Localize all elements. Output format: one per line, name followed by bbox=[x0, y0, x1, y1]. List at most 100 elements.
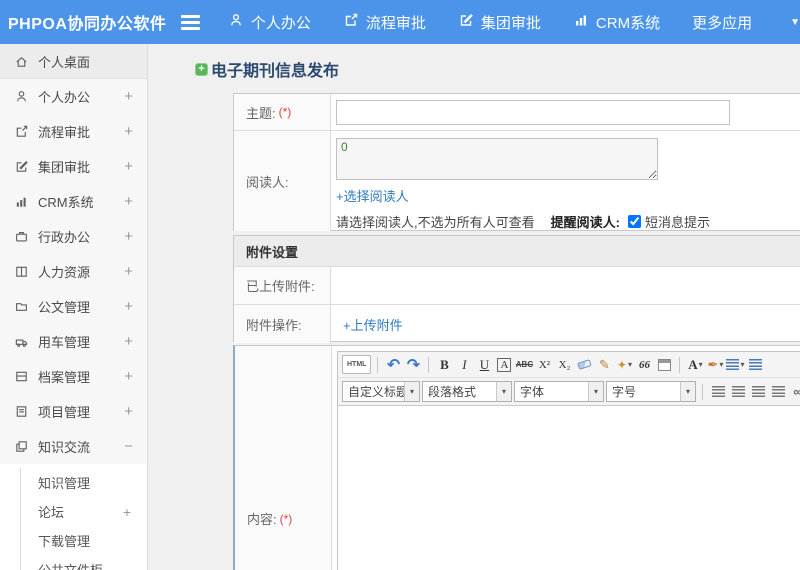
nav-workflow-approval[interactable]: 流程审批 bbox=[343, 12, 426, 33]
nav-label: 个人办公 bbox=[250, 14, 311, 32]
heading-select[interactable]: 自定义标题 ▾ bbox=[342, 381, 420, 402]
strikethrough-button[interactable]: ABC bbox=[515, 355, 533, 374]
justify-button[interactable] bbox=[769, 382, 787, 401]
expand-toggle[interactable]: + bbox=[124, 228, 133, 245]
submenu-item-public-files[interactable]: 公共文件柜 bbox=[21, 555, 147, 570]
sidebar-item-hr[interactable]: 人力资源 + bbox=[0, 254, 147, 289]
share-icon bbox=[16, 125, 28, 137]
sidebar-item-label: 用车管理 bbox=[38, 335, 91, 350]
align-center-button[interactable] bbox=[729, 382, 747, 401]
collapse-toggle[interactable]: − bbox=[124, 438, 133, 455]
readers-textarea[interactable]: 0 bbox=[336, 138, 658, 180]
submenu-label: 下载管理 bbox=[38, 534, 91, 549]
font-style-button[interactable]: A bbox=[495, 355, 513, 374]
readers-row: 阅读人: 0 +选择阅读人 请选择阅读人,不选为所有人可查看 提醒阅读人: 短消… bbox=[234, 131, 800, 231]
bold-button[interactable]: B bbox=[435, 355, 453, 374]
expand-toggle[interactable]: + bbox=[124, 368, 133, 385]
expand-toggle[interactable]: + bbox=[124, 158, 133, 175]
align-left-button[interactable] bbox=[709, 382, 727, 401]
sidebar-item-group-approval[interactable]: 集团审批 + bbox=[0, 149, 147, 184]
hamburger-menu-icon[interactable] bbox=[180, 11, 200, 33]
align-right-button[interactable] bbox=[749, 382, 767, 401]
sidebar-item-crm[interactable]: CRM系统 + bbox=[0, 184, 147, 219]
underline-button[interactable]: U bbox=[475, 355, 493, 374]
expand-toggle[interactable]: + bbox=[124, 193, 133, 210]
nav-more-apps[interactable]: 更多应用 bbox=[692, 12, 752, 33]
expand-toggle[interactable]: + bbox=[124, 263, 133, 280]
ordered-list-button[interactable]: ▾ bbox=[726, 355, 744, 374]
insert-link-button[interactable]: ∞ bbox=[789, 382, 800, 401]
sidebar-item-label: 档案管理 bbox=[38, 370, 91, 385]
paragraph-format-select[interactable]: 段落格式 ▾ bbox=[422, 381, 512, 402]
sidebar-item-projects[interactable]: 项目管理 + bbox=[0, 394, 147, 429]
subject-label: 主题: (*) bbox=[234, 94, 331, 130]
layers-icon bbox=[16, 441, 27, 452]
font-size-select[interactable]: 字号 ▾ bbox=[606, 381, 696, 402]
expand-toggle[interactable]: + bbox=[124, 333, 133, 350]
undo-button[interactable]: ↶ bbox=[384, 355, 402, 374]
expand-toggle[interactable]: + bbox=[123, 504, 131, 520]
sms-reminder-label: 短消息提示 bbox=[644, 215, 710, 230]
edit-icon bbox=[458, 12, 474, 32]
sidebar-item-admin-office[interactable]: 行政办公 + bbox=[0, 219, 147, 254]
template-button[interactable] bbox=[655, 355, 673, 374]
sidebar-item-label: 人力资源 bbox=[38, 265, 91, 280]
nav-personal-office[interactable]: 个人办公 bbox=[228, 12, 311, 33]
readers-hint: 请选择阅读人,不选为所有人可查看 bbox=[336, 215, 535, 230]
submenu-item-knowledge-mgmt[interactable]: 知识管理 bbox=[21, 468, 147, 497]
content-row: 内容: (*) HTML ↶ ↷ B I U A ABC X² X₂ ✎ ✦ ▾… bbox=[235, 346, 800, 570]
sidebar-item-documents[interactable]: 公文管理 + bbox=[0, 289, 147, 324]
bullet-list-button[interactable] bbox=[746, 355, 764, 374]
caret-down-icon[interactable]: ▼ bbox=[762, 17, 800, 28]
eraser-button[interactable] bbox=[575, 355, 593, 374]
superscript-button[interactable]: X² bbox=[535, 355, 553, 374]
sidebar-item-desktop[interactable]: 个人桌面 bbox=[0, 44, 147, 79]
bar-chart-icon bbox=[573, 12, 589, 32]
sidebar-item-knowledge[interactable]: 知识交流 − bbox=[0, 429, 147, 464]
user-icon bbox=[228, 12, 244, 32]
submenu-label: 知识管理 bbox=[38, 476, 91, 491]
sidebar-item-personal-office[interactable]: 个人办公 + bbox=[0, 79, 147, 114]
nav-label: CRM系统 bbox=[595, 14, 661, 32]
subscript-button[interactable]: X₂ bbox=[555, 355, 573, 374]
submenu-item-downloads[interactable]: 下载管理 bbox=[21, 526, 147, 555]
sidebar-item-label: 集团审批 bbox=[38, 160, 91, 175]
redo-button[interactable]: ↷ bbox=[404, 355, 422, 374]
submenu-item-forum[interactable]: 论坛 + bbox=[21, 497, 147, 526]
select-readers-link[interactable]: +选择阅读人 bbox=[336, 186, 409, 205]
expand-toggle[interactable]: + bbox=[124, 403, 133, 420]
eraser-icon bbox=[577, 359, 592, 370]
subject-input[interactable] bbox=[336, 99, 730, 125]
sidebar-item-archives[interactable]: 档案管理 + bbox=[0, 359, 147, 394]
sms-reminder-checkbox[interactable] bbox=[627, 215, 641, 228]
required-mark: (*) bbox=[278, 105, 292, 119]
nav-group-approval[interactable]: 集团审批 bbox=[458, 12, 541, 33]
uploaded-attachments-label: 已上传附件: bbox=[234, 267, 331, 304]
html-source-button[interactable]: HTML bbox=[342, 355, 372, 374]
highlight-pen-button[interactable]: ✒ ▾ bbox=[706, 355, 724, 374]
nav-label: 流程审批 bbox=[365, 14, 426, 32]
rich-text-editor: HTML ↶ ↷ B I U A ABC X² X₂ ✎ ✦ ▾ 66 A ▾ … bbox=[337, 351, 800, 570]
submenu-label: 论坛 bbox=[38, 505, 65, 520]
font-color-button[interactable]: A ▾ bbox=[686, 355, 704, 374]
expand-toggle[interactable]: + bbox=[124, 298, 133, 315]
dropdown-caret-icon: ▾ bbox=[588, 382, 603, 401]
upload-attachment-link[interactable]: +上传附件 bbox=[343, 315, 403, 334]
autoformat-button[interactable]: ✦ ▾ bbox=[615, 355, 633, 374]
italic-button[interactable]: I bbox=[455, 355, 473, 374]
uploaded-attachments-value bbox=[331, 267, 800, 304]
sidebar-item-workflow-approval[interactable]: 流程审批 + bbox=[0, 114, 147, 149]
sidebar-item-label: 项目管理 bbox=[38, 405, 91, 420]
briefcase-icon bbox=[16, 232, 27, 242]
editor-content-area[interactable] bbox=[338, 406, 800, 570]
nav-crm-system[interactable]: CRM系统 bbox=[573, 12, 660, 33]
expand-toggle[interactable]: + bbox=[124, 88, 133, 105]
blockquote-button[interactable]: 66 bbox=[635, 355, 653, 374]
font-family-select[interactable]: 字体 ▾ bbox=[514, 381, 604, 402]
expand-toggle[interactable]: + bbox=[124, 123, 133, 140]
sidebar-item-vehicles[interactable]: 用车管理 + bbox=[0, 324, 147, 359]
car-icon bbox=[15, 339, 28, 347]
format-brush-button[interactable]: ✎ bbox=[595, 355, 613, 374]
dropdown-caret-icon: ▾ bbox=[404, 382, 419, 401]
nav-label: 更多应用 bbox=[692, 14, 753, 32]
